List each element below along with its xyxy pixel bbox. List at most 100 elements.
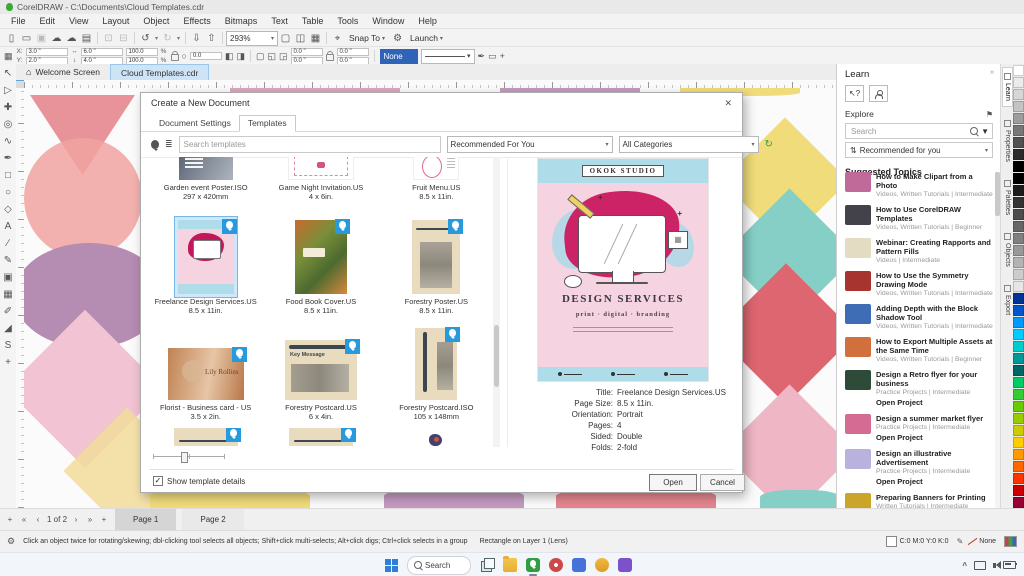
toolbox-tool[interactable]: ↖ [1,68,15,79]
add-property-icon[interactable]: + [500,51,505,61]
toolbar-button[interactable]: ☁ [64,33,79,44]
learn-topic[interactable]: Design a summer market flyer Practice Pr… [845,414,993,442]
palette-swatch[interactable] [1013,161,1024,172]
toolbar-button[interactable] [222,32,223,44]
template-card[interactable]: Lily Rollins Florist - Business card - U… [151,322,260,422]
toolbox-tool[interactable]: □ [1,170,15,181]
toolbar-button[interactable]: ▢ [278,33,293,44]
learn-topic[interactable]: Adding Depth with the Block Shadow Tool … [845,304,993,330]
docker-options-icon[interactable]: » [990,69,996,76]
palette-swatch[interactable] [1013,65,1024,76]
zoom-level-combo[interactable]: 293% ▾ [226,31,278,46]
rotation-angle-field[interactable]: 0.0 [190,52,222,60]
learn-topic[interactable]: How to Export Multiple Assets at the Sam… [845,337,993,363]
taskbar-app-icon[interactable] [595,558,609,572]
toolbox-tool[interactable]: ◎ [1,119,15,130]
scrollbar-thumb[interactable] [494,325,499,387]
object-x-field[interactable]: 3.0 " [26,48,68,56]
tab-welcome-screen[interactable]: ⌂ Welcome Screen [16,64,110,80]
toolbox-tool[interactable]: ◇ [1,204,15,215]
task-view-button[interactable] [480,558,494,572]
help-pointer-icon[interactable]: ↖? [845,85,864,102]
menu-item[interactable]: Window [365,16,411,26]
corner-radius-field[interactable]: 0.0 " [337,48,369,56]
last-page-button[interactable]: » [85,515,95,524]
palette-swatch[interactable] [1013,197,1024,208]
palette-swatch[interactable] [1013,437,1024,448]
palette-swatch[interactable] [1013,365,1024,376]
template-card[interactable] [151,428,260,446]
learn-topic[interactable]: Webinar: Creating Rapports and Pattern F… [845,238,993,264]
palette-swatch[interactable] [1013,137,1024,148]
speaker-icon[interactable] [993,563,996,568]
palette-swatch[interactable] [1013,473,1024,484]
template-card[interactable]: Food Book Cover.US 8.5 x 11in. [266,208,375,316]
template-grid-scrollbar[interactable] [493,157,500,447]
battery-icon[interactable] [1003,561,1016,569]
toolbox-tool[interactable]: + [1,357,15,368]
toolbar-button[interactable]: ▣ [34,33,49,44]
learn-topic[interactable]: How to Use the Symmetry Drawing Mode Vid… [845,271,993,297]
toolbar-button[interactable] [97,32,98,44]
docker-tab[interactable]: Learn [1002,67,1013,107]
mirror-vertical-icon[interactable]: ◨ [236,51,245,62]
taskbar-app-icon[interactable] [549,558,563,572]
palette-swatch[interactable] [1013,341,1024,352]
menu-item[interactable]: Bitmaps [218,16,265,26]
toolbox-tool[interactable]: ✒ [1,153,15,164]
docker-tab[interactable]: Properties [1003,115,1012,167]
category-tree-icon[interactable]: ≣ [165,139,173,150]
line-style-combo[interactable]: ▾ [421,49,475,64]
palette-swatch[interactable] [1013,353,1024,364]
toolbar-button[interactable] [134,32,135,44]
menu-item[interactable]: Table [295,16,331,26]
toolbar-button[interactable]: ⇧ [204,33,219,44]
template-card[interactable] [266,428,375,446]
toolbox-tool[interactable]: ◢ [1,323,15,334]
palette-swatch[interactable] [1013,101,1024,112]
topic-open-project-link[interactable]: Open Project [876,433,993,442]
learn-topic[interactable]: Design an illustrative Advertisement Pra… [845,449,993,486]
template-card[interactable]: Forestry Poster.US 8.5 x 11in. [382,208,491,316]
palette-swatch[interactable] [1013,449,1024,460]
palette-swatch[interactable] [1013,281,1024,292]
toolbar-button[interactable]: ⇩ [189,33,204,44]
palette-swatch[interactable] [1013,209,1024,220]
palette-swatch[interactable] [1013,185,1024,196]
learn-sort-dropdown[interactable]: ⇅ Recommended for you ▾ [845,142,993,158]
start-button[interactable] [385,559,398,572]
lock-corners-icon[interactable] [326,54,334,61]
toolbox-tool[interactable]: ▷ [1,85,15,96]
page-tab[interactable]: Page 1 [115,509,176,530]
open-button[interactable]: Open [649,474,697,491]
outline-width-combo[interactable]: None [380,49,418,64]
taskbar-app-icon[interactable] [618,558,632,572]
palette-swatch[interactable] [1013,125,1024,136]
tab-templates[interactable]: Templates [239,115,296,132]
toolbox-tool[interactable]: S [1,340,15,351]
template-card[interactable]: Fruit Menu.US 8.5 x 11in. [382,157,491,202]
palette-swatch[interactable] [1013,329,1024,340]
template-search-input[interactable] [179,136,441,153]
toolbox-tool[interactable]: ∕ [1,238,15,249]
palette-swatch[interactable] [1013,173,1024,184]
palette-swatch[interactable] [1013,89,1024,100]
toolbar-button[interactable]: ▭ [19,33,34,44]
fill-swatch[interactable] [886,536,897,547]
previous-page-button[interactable]: ‹ [33,515,43,524]
coreldraw-taskbar-icon[interactable] [526,558,540,572]
scale-x-field[interactable]: 100.0 [126,48,158,56]
toolbar-button[interactable]: ↻ [160,33,175,44]
palette-swatch[interactable] [1013,221,1024,232]
close-icon[interactable]: ✕ [724,98,732,109]
refresh-templates-icon[interactable]: ↻ [765,139,773,150]
lock-ratio-icon[interactable] [171,54,179,61]
docker-tab[interactable]: Objects [1003,228,1012,272]
next-page-button[interactable]: › [71,515,81,524]
palette-swatch[interactable] [1013,257,1024,268]
toolbar-button[interactable]: ⊡ [101,33,116,44]
toolbar-button[interactable]: ⊟ [116,33,131,44]
toolbox-tool[interactable]: ▣ [1,272,15,283]
template-card[interactable]: Garden event Poster.ISO 297 x 420mm [151,157,260,202]
toolbar-button[interactable]: ◫ [293,33,308,44]
